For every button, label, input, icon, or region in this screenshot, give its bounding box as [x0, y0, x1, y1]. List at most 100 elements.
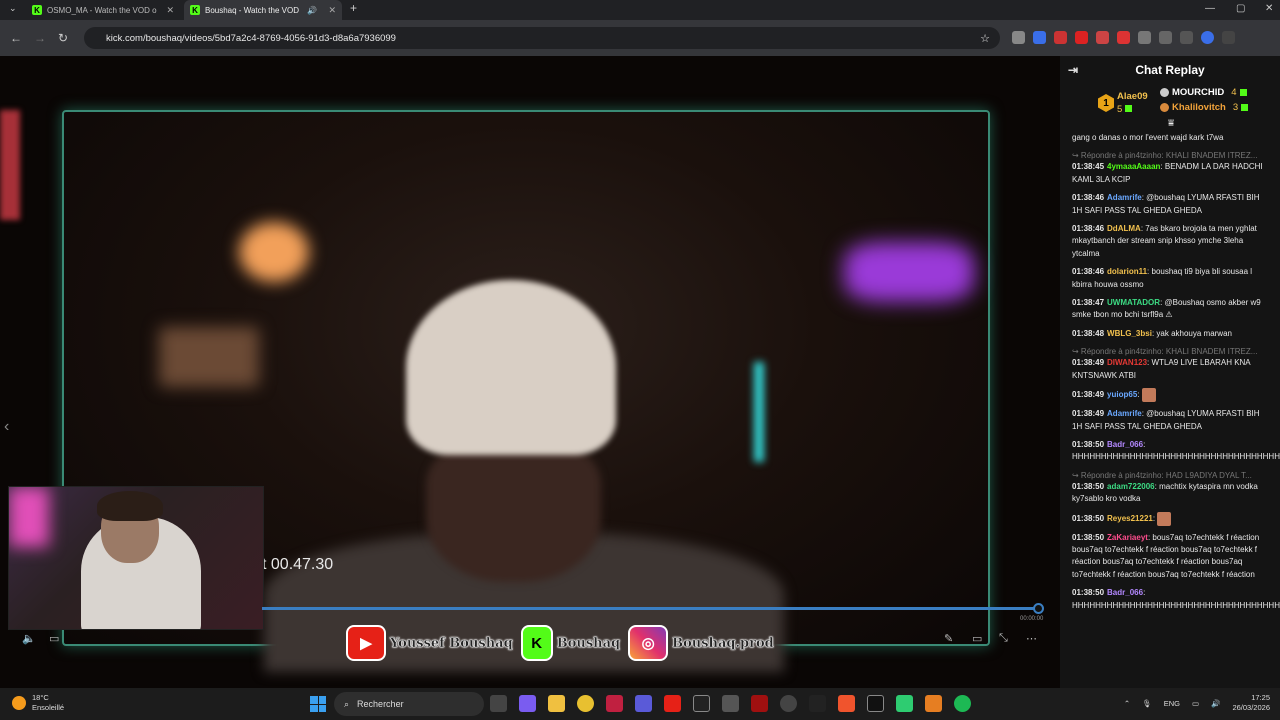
progress-handle[interactable] — [1033, 603, 1044, 614]
progress-bar[interactable] — [262, 607, 1038, 610]
weather-desc: Ensoleillé — [32, 703, 65, 712]
message-timestamp: 01:38:50 — [1072, 439, 1105, 449]
extension-icon[interactable] — [1012, 31, 1025, 44]
gift-leaderboard: 1 Alae09 5 MOURCHID 4 Khalilovitch 3 ⩸ — [1060, 84, 1280, 129]
youtube-app-icon[interactable] — [664, 695, 681, 712]
extension-icon[interactable] — [1096, 31, 1109, 44]
spotify-icon[interactable] — [954, 695, 971, 712]
taskbar-search[interactable]: ⌕ Rechercher — [334, 692, 484, 716]
chevron-left-icon[interactable]: ‹ — [4, 418, 9, 436]
tray-chevron-icon[interactable]: ⌃ — [1124, 699, 1130, 708]
message-username[interactable]: Adamrife — [1107, 409, 1142, 418]
weather-widget[interactable]: 18°C Ensoleillé — [12, 693, 64, 713]
message-username[interactable]: Reyes21221 — [1107, 514, 1153, 523]
clip-icon[interactable]: ✎ — [944, 632, 953, 645]
close-tab-icon[interactable]: ✕ — [166, 5, 174, 16]
message-username[interactable]: yuiop65 — [1107, 390, 1137, 399]
app-icon[interactable] — [867, 695, 884, 712]
theater-mode-icon[interactable]: ▭ — [972, 632, 982, 645]
message-username[interactable]: dolarion11 — [1107, 267, 1147, 276]
message-username[interactable]: Badr_066 — [1107, 440, 1143, 449]
mic-icon[interactable]: 🎙 — [1142, 699, 1152, 708]
message-username[interactable]: ZaKariaeyt — [1107, 533, 1148, 542]
reply-context: ↪ Répondre à pin4tzinho: KHALI BNADEM IT… — [1072, 151, 1258, 161]
bookmark-star-icon[interactable]: ☆ — [980, 32, 990, 45]
app-icon[interactable] — [925, 695, 942, 712]
kick-label: Boushaq — [556, 635, 621, 651]
reply-context: ↪ Répondre à pin4tzinho: KHALI BNADEM IT… — [1072, 347, 1258, 357]
extension-icon[interactable] — [1033, 31, 1046, 44]
tab-osmo[interactable]: K OSMO_MA - Watch the VOD o ✕ — [26, 0, 180, 20]
menu-icon[interactable] — [1222, 31, 1235, 44]
chat-message: 01:38:49 Adamrife: @boushaq LYUMA RFASTI … — [1072, 408, 1271, 433]
file-explorer-icon[interactable] — [548, 695, 565, 712]
search-placeholder: Rechercher — [357, 699, 404, 709]
message-username[interactable]: adam722006 — [1107, 482, 1155, 491]
leader-first[interactable]: 1 Alae09 5 — [1098, 90, 1148, 116]
chat-message: 01:38:47 UWMATADOR: @Boushaq osmo akber w… — [1072, 297, 1271, 322]
extension-icon[interactable] — [1117, 31, 1130, 44]
copilot-icon[interactable] — [519, 695, 536, 712]
more-options-icon[interactable]: ⋯ — [1026, 632, 1037, 645]
volume-tray-icon[interactable]: 🔊 — [1211, 699, 1220, 708]
avatar[interactable] — [1201, 31, 1214, 44]
maximize-icon[interactable]: ▢ — [1236, 3, 1245, 14]
captions-icon[interactable]: ▭ — [49, 632, 59, 645]
forward-icon[interactable]: → — [34, 31, 46, 45]
collapse-chat-icon[interactable]: ⇥ — [1068, 63, 1078, 77]
message-username[interactable]: WBLG_3bsi — [1107, 329, 1152, 338]
message-timestamp: 01:38:49 — [1072, 390, 1105, 400]
back-icon[interactable]: ← — [10, 31, 22, 45]
xm-app-icon[interactable] — [809, 695, 826, 712]
leader-third[interactable]: Khalilovitch 3 — [1160, 102, 1249, 113]
reading-list-icon[interactable] — [1180, 31, 1193, 44]
video-player[interactable]: ‹ t 00.47.30 00:00:00 🔈 ▭ ✎ ▭ ⤡ ⋯ ▶ Yous… — [0, 56, 1060, 688]
url-field[interactable]: kick.com/boushaq/videos/5bd7a2c4-8769-40… — [84, 27, 1000, 49]
message-username[interactable]: Badr_066 — [1107, 588, 1143, 597]
new-tab-button[interactable]: + — [350, 1, 357, 15]
clock-time: 17:25 — [1251, 693, 1270, 702]
filter-icon[interactable]: ⩸ — [1168, 118, 1174, 129]
volume-icon[interactable]: 🔈 — [22, 632, 36, 645]
chrome-icon[interactable] — [577, 695, 594, 712]
close-window-icon[interactable]: ✕ — [1265, 3, 1273, 14]
message-username[interactable]: DdALMA — [1107, 224, 1141, 233]
task-view-icon[interactable] — [490, 695, 507, 712]
timestamp-overlay: t 00.47.30 — [262, 556, 334, 573]
audio-playing-icon[interactable]: 🔊 — [307, 6, 317, 15]
leader-second[interactable]: MOURCHID 4 — [1160, 87, 1247, 98]
chat-message: 01:38:46 DdALMA: 7as bkaro brojola ta men… — [1072, 223, 1271, 260]
app-icon[interactable] — [606, 695, 623, 712]
extension-icon[interactable] — [1054, 31, 1067, 44]
message-username[interactable]: DIWAN123 — [1107, 358, 1147, 367]
app-icon[interactable] — [693, 695, 710, 712]
reload-icon[interactable]: ↻ — [58, 31, 68, 45]
clock[interactable]: 17:25 26/03/2026 — [1232, 693, 1270, 713]
tab-list-chevron-icon[interactable]: ⌄ — [9, 3, 17, 14]
network-icon[interactable]: ▭ — [1192, 699, 1199, 708]
app-icon[interactable] — [751, 695, 768, 712]
extension-icon[interactable] — [1138, 31, 1151, 44]
app-icon[interactable] — [780, 695, 797, 712]
brave-icon[interactable] — [838, 695, 855, 712]
tab-boushaq[interactable]: K Boushaq - Watch the VOD 🔊 ✕ — [184, 0, 342, 20]
gift-icon — [1239, 89, 1247, 96]
puzzle-icon[interactable] — [1159, 31, 1172, 44]
teams-icon[interactable] — [635, 695, 652, 712]
minimize-icon[interactable]: — — [1205, 3, 1215, 14]
message-colon: : — [1143, 439, 1146, 449]
app-icon[interactable] — [896, 695, 913, 712]
leader-count: 4 — [1231, 87, 1237, 98]
start-button[interactable] — [310, 696, 326, 712]
close-tab-icon[interactable]: ✕ — [328, 5, 336, 16]
message-username[interactable]: Adamrife — [1107, 193, 1142, 202]
message-timestamp: 01:38:50 — [1072, 532, 1105, 542]
app-icon[interactable] — [722, 695, 739, 712]
language-indicator[interactable]: ENG — [1164, 699, 1180, 708]
message-username[interactable]: UWMATADOR — [1107, 298, 1160, 307]
extension-icon[interactable] — [1075, 31, 1088, 44]
kick-favicon-icon: K — [190, 5, 200, 15]
message-username[interactable]: 4ymaaaAaaan — [1107, 162, 1160, 171]
chat-message: 01:38:49 yuiop65: — [1072, 388, 1271, 403]
fullscreen-icon[interactable]: ⤡ — [999, 632, 1008, 645]
